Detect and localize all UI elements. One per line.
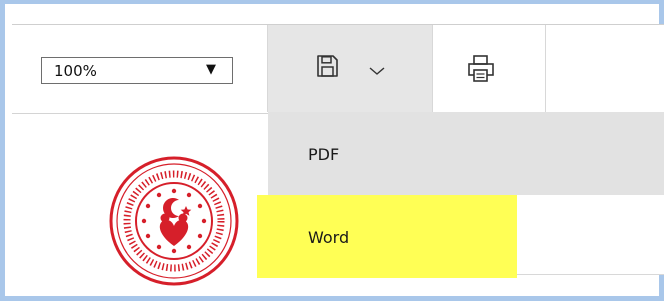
menu-item-word[interactable]: Word — [268, 195, 664, 274]
floppy-disk-icon — [317, 55, 338, 77]
dropdown-caret-icon: ▼ — [206, 62, 216, 77]
printer-icon — [468, 55, 494, 82]
chevron-down-icon — [369, 67, 385, 75]
menu-item-pdf[interactable]: PDF — [268, 112, 664, 195]
zoom-select[interactable]: 100% ▼ — [41, 57, 233, 84]
menu-item-label: PDF — [308, 145, 340, 164]
menu-item-label: Word — [308, 228, 350, 247]
save-menu-button[interactable] — [268, 25, 432, 112]
zoom-select-value: 100% — [54, 62, 97, 80]
toolbar-divider — [545, 25, 546, 112]
ministry-seal-logo — [109, 156, 239, 286]
